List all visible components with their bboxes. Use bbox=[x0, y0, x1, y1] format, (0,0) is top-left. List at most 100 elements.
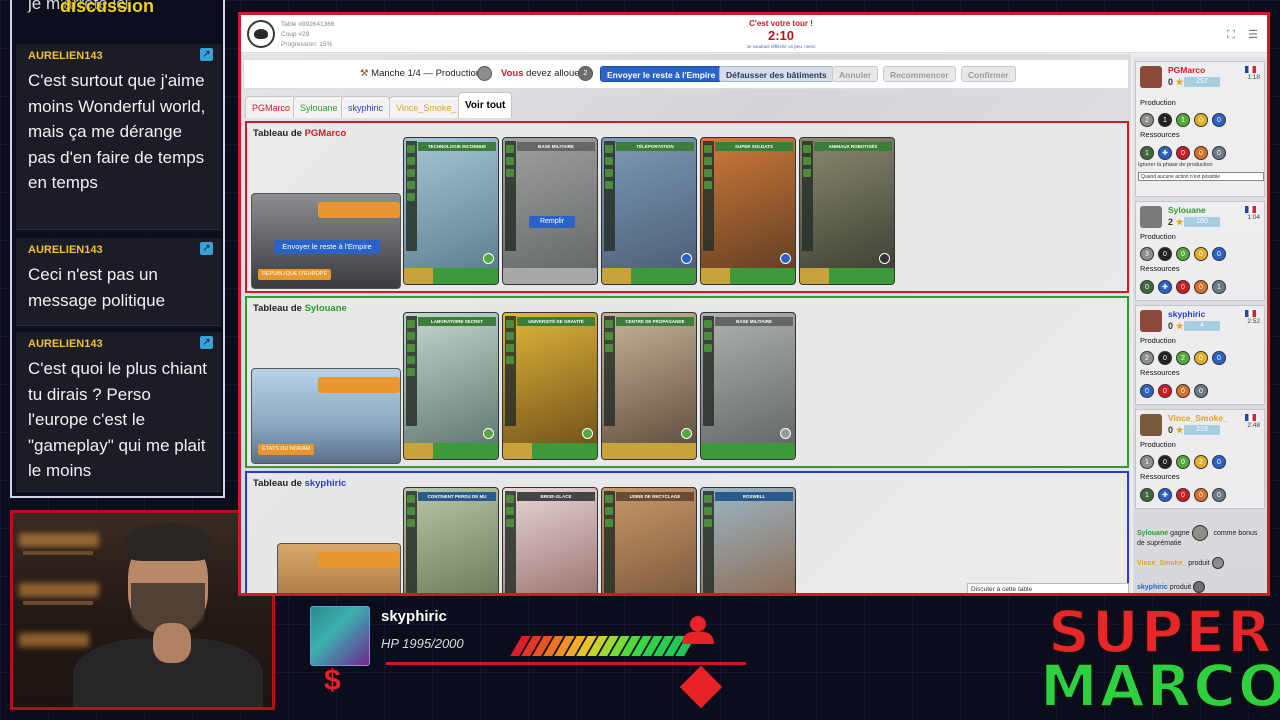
general-icon: 0 bbox=[1176, 488, 1190, 502]
tab-sylouane[interactable]: Sylouane bbox=[293, 96, 345, 118]
tab-pgmarco[interactable]: PGMarco bbox=[245, 96, 298, 118]
star-icon: ★ bbox=[1175, 425, 1184, 435]
player-name[interactable]: PGMarco bbox=[1168, 65, 1205, 75]
empire-card[interactable]: Envoyer le reste à l'Empire RÉPUBLIQUE D… bbox=[251, 193, 401, 289]
round-indicator: ⚒ Manche 1/4 — Production bbox=[360, 68, 481, 79]
fill-button[interactable]: Remplir bbox=[529, 216, 575, 228]
round-label: Manche 1/4 — Production bbox=[371, 68, 482, 79]
card-title: LABORATOIRE SECRET bbox=[418, 317, 496, 326]
card-animaux-robotises[interactable]: ANIMAUX ROBOTISÉS bbox=[799, 137, 895, 285]
player-score: 0 ★ bbox=[1168, 425, 1184, 436]
tableau-title: Tableau de PGMarco bbox=[253, 128, 346, 139]
player-name[interactable]: skyphiric bbox=[1168, 309, 1205, 319]
card-resource-gem-icon bbox=[780, 253, 791, 264]
energy-token-icon: 0 bbox=[1158, 247, 1172, 261]
resources-label: Ressources bbox=[1140, 472, 1180, 481]
card-roswell[interactable]: ROSWELL bbox=[700, 487, 796, 593]
card-technologie-inconnue[interactable]: TECHNOLOGIE INCONNUE bbox=[403, 137, 499, 285]
player-box-skyphiric: skyphiric 0 ★ 4 2:52 Production 20200 Re… bbox=[1135, 305, 1265, 405]
you-label: Vous bbox=[501, 68, 524, 79]
restart-button[interactable]: Recommencer bbox=[883, 66, 956, 82]
science-token-icon: 2 bbox=[1176, 351, 1190, 365]
empire-card[interactable] bbox=[277, 543, 401, 593]
empire-card[interactable]: ÉTATS DU NORAM bbox=[251, 368, 401, 464]
tableau-prefix: Tableau de bbox=[253, 478, 302, 489]
card-super-soldats[interactable]: SUPER SOLDATS bbox=[700, 137, 796, 285]
demolish-buildings-button[interactable]: Défausser des bâtiments bbox=[719, 66, 834, 82]
shelf-light bbox=[19, 533, 99, 547]
materials-token-icon: 3 bbox=[1140, 247, 1154, 261]
card-base-militaire[interactable]: BASE MILITAIRE bbox=[700, 312, 796, 460]
card-teleportation[interactable]: TÉLÉPORTATION bbox=[601, 137, 697, 285]
exploration-token-icon: 0 bbox=[1212, 247, 1226, 261]
send-to-empire-button[interactable]: Envoyer le reste à l'Empire bbox=[600, 66, 723, 82]
france-flag-icon bbox=[1245, 310, 1256, 317]
player-box-sylouane: Sylouane 2 ★ 180 1:04 Production 30000 R… bbox=[1135, 201, 1265, 301]
card-continent-perdu-de-mu[interactable]: CONTINENT PERDU DE MU bbox=[403, 487, 499, 593]
turn-message: C'est votre tour ! bbox=[749, 19, 813, 28]
card-centre-de-propagande[interactable]: CENTRE DE PROPAGANDE bbox=[601, 312, 697, 460]
card-title: TÉLÉPORTATION bbox=[616, 142, 694, 151]
player-box-vince-smoke: Vince_Smoke_ 0 ★ 219 2:48 Production 100… bbox=[1135, 409, 1265, 509]
card-stack-icon: 0 bbox=[1140, 280, 1154, 294]
menu-icon[interactable]: ☰ bbox=[1247, 29, 1259, 41]
card-title: SUPER SOLDATS bbox=[715, 142, 793, 151]
player-name[interactable]: Sylouane bbox=[1168, 205, 1206, 215]
production-tokens: 30000 bbox=[1140, 243, 1230, 261]
tab-voir-tout[interactable]: Voir tout bbox=[458, 92, 513, 118]
card-laboratoire-secret[interactable]: LABORATOIRE SECRET bbox=[403, 312, 499, 460]
subscriber-overlay: skyphiric HP 1995/2000 $ bbox=[286, 600, 1046, 712]
tableau-player: PGMarco bbox=[304, 128, 347, 139]
card-title: TECHNOLOGIE INCONNUE bbox=[418, 142, 496, 151]
streamer-hand bbox=[153, 623, 191, 663]
card-cost-bar bbox=[703, 491, 714, 593]
rank-badge: 180 bbox=[1184, 217, 1220, 227]
general-icon: 0 bbox=[1158, 384, 1172, 398]
cancel-button[interactable]: Annuler bbox=[832, 66, 879, 82]
log-text: gagne bbox=[1170, 529, 1190, 537]
card-usine-de-recyclage[interactable]: USINE DE RECYCLAGE bbox=[601, 487, 697, 593]
card-resource-gem-icon bbox=[483, 428, 494, 439]
supremacy-icon bbox=[1191, 525, 1208, 541]
resource-token-icon bbox=[477, 66, 492, 81]
hammer-icon: ⚒ bbox=[360, 68, 369, 79]
avatar[interactable] bbox=[1140, 414, 1162, 436]
discuss-table-button[interactable]: Discuter à cette table bbox=[967, 583, 1129, 593]
player-time: 2:48 bbox=[1247, 422, 1260, 429]
subscriber-name: skyphiric bbox=[381, 608, 447, 625]
bga-logo-icon[interactable] bbox=[247, 20, 275, 48]
fullscreen-icon[interactable]: ⛶ bbox=[1225, 29, 1237, 41]
avatar[interactable] bbox=[1140, 310, 1162, 332]
avatar[interactable] bbox=[1140, 206, 1162, 228]
card-cost-bar bbox=[604, 491, 615, 593]
card-footer bbox=[602, 443, 696, 459]
table-number: Table #892641366 bbox=[281, 21, 335, 28]
card-base-militaire[interactable]: BASE MILITAIRE Remplir bbox=[502, 137, 598, 285]
turn-subtext[interactable]: Je voudrais réfléchir un peu, merci bbox=[711, 44, 851, 49]
confirm-button[interactable]: Confirmer bbox=[961, 66, 1016, 82]
card-cost-bar bbox=[406, 141, 417, 251]
card-universite-de-gravite[interactable]: UNIVERSITÉ DE GRAVITÉ bbox=[502, 312, 598, 460]
tab-skyphiric[interactable]: skyphiric bbox=[341, 96, 391, 118]
star-icon: ★ bbox=[1175, 217, 1184, 227]
dollar-icon: $ bbox=[324, 664, 341, 697]
tableau-title: Tableau de skyphiric bbox=[253, 478, 346, 489]
avatar[interactable] bbox=[1140, 66, 1162, 88]
player-name[interactable]: Vince_Smoke_ bbox=[1168, 413, 1228, 423]
card-brise-glace[interactable]: BRISE-GLACE bbox=[502, 487, 598, 593]
production-tokens: 21100 bbox=[1140, 109, 1230, 127]
external-link-icon: ↗ bbox=[200, 336, 213, 349]
skip-production-select[interactable]: Quand aucune action n'est possible bbox=[1138, 172, 1264, 181]
chat-message: AURELIEN143 ↗ C'est quoi le plus chiant … bbox=[16, 332, 221, 492]
resources-label: Ressources bbox=[1140, 368, 1180, 377]
chat-panel: je m'arrête ici AURELIEN143 ↗ C'est surt… bbox=[10, 0, 225, 498]
send-to-empire-overlay-button[interactable]: Envoyer le reste à l'Empire bbox=[274, 240, 380, 254]
log-entry: de suprématie bbox=[1137, 540, 1181, 547]
card-cost-bar bbox=[505, 491, 516, 593]
player-time: 1:04 bbox=[1247, 214, 1260, 221]
card-title: ANIMAUX ROBOTISÉS bbox=[814, 142, 892, 151]
gold-token-icon: 0 bbox=[1194, 113, 1208, 127]
card-title: USINE DE RECYCLAGE bbox=[616, 492, 694, 501]
tab-vince-smoke[interactable]: Vince_Smoke_ bbox=[389, 96, 464, 118]
gold-token-icon: 0 bbox=[1194, 351, 1208, 365]
